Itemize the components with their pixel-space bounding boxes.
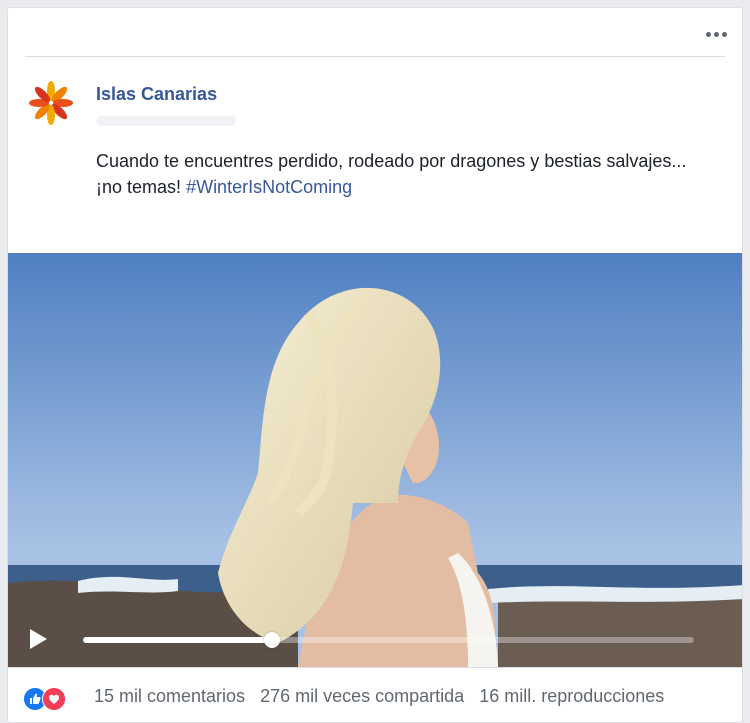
hashtag-link[interactable]: #WinterIsNotComing [186,177,352,197]
video-controls [8,619,742,659]
post-text: Cuando te encuentres perdido, rodeado po… [96,148,736,200]
post-timestamp-placeholder [96,116,236,126]
orange-flower-logo-icon[interactable] [28,80,74,126]
post-text-line2: ¡no temas! #WinterIsNotComing [96,174,736,200]
views-count[interactable]: 16 mill. reproducciones [479,686,664,706]
video-frame [8,253,742,667]
post-stats: 15 mil comentarios 276 mil veces compart… [94,686,674,707]
reactions-summary[interactable] [23,687,69,711]
post-footer: 15 mil comentarios 276 mil veces compart… [8,667,742,722]
more-options-icon[interactable] [706,28,730,40]
post-text-line1: Cuando te encuentres perdido, rodeado po… [96,151,687,171]
video-progress-handle[interactable] [264,632,281,648]
video-progress-track[interactable] [83,632,694,648]
video-player[interactable] [8,253,742,667]
shares-count[interactable]: 276 mil veces compartida [260,686,464,706]
post-text-line2-text: ¡no temas! [96,177,182,197]
page-name-link[interactable]: Islas Canarias [96,84,217,105]
header-divider [25,56,725,57]
post-card: Islas Canarias Cuando te encuentres perd… [7,7,743,723]
play-icon[interactable] [30,629,47,649]
love-icon [42,687,66,711]
comments-count[interactable]: 15 mil comentarios [94,686,245,706]
video-progress-fill [83,637,273,643]
